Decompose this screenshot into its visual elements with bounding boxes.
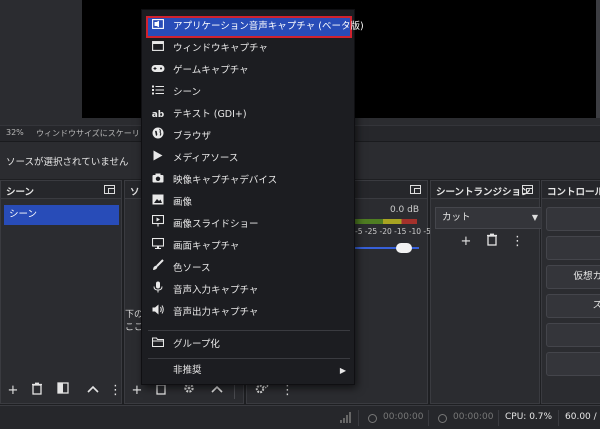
record-status-icon bbox=[438, 414, 447, 423]
menu-item-media-source[interactable]: メディアソース bbox=[146, 148, 352, 170]
settings-button[interactable]: 設 bbox=[546, 323, 600, 347]
transitions-dock-header: シーントランジション bbox=[431, 181, 539, 199]
folder-icon bbox=[151, 334, 165, 356]
menu-separator bbox=[148, 358, 350, 359]
controls-dock-header: コントロール bbox=[542, 181, 600, 199]
start-streaming-button[interactable]: 配信 bbox=[546, 207, 600, 231]
menu-item-color-source[interactable]: 色ソース bbox=[146, 258, 352, 280]
volume-slider-handle[interactable] bbox=[396, 243, 412, 253]
remove-scene-trash-icon[interactable] bbox=[28, 382, 46, 400]
status-bar: 00:00:00 00:00:00 CPU: 0.7% 60.00 / bbox=[0, 405, 600, 429]
menu-item-group[interactable]: グループ化 bbox=[146, 334, 352, 356]
speaker-icon bbox=[151, 302, 165, 324]
menu-item-image[interactable]: 画像 bbox=[146, 192, 352, 214]
record-time: 00:00:00 bbox=[453, 412, 494, 422]
menu-item-text-gdi[interactable]: ab テキスト (GDI+) bbox=[146, 104, 352, 126]
transition-selected-value: カット bbox=[442, 212, 471, 223]
play-icon bbox=[151, 148, 165, 170]
controls-dock-title: コントロール bbox=[547, 187, 600, 198]
monitor-icon bbox=[151, 236, 165, 258]
scene-list-item[interactable]: シーン bbox=[4, 205, 119, 225]
controls-dock: コントロール 配信 録画 仮想カメラ スタジ 設 終 bbox=[541, 180, 600, 404]
chevron-down-icon: ▼ bbox=[531, 213, 538, 222]
stream-status-icon bbox=[368, 414, 377, 423]
globe-icon bbox=[151, 126, 165, 148]
start-recording-button[interactable]: 録画 bbox=[546, 236, 600, 260]
status-separator bbox=[428, 410, 429, 426]
exit-button[interactable]: 終 bbox=[546, 352, 600, 376]
cpu-usage: CPU: 0.7% bbox=[505, 412, 553, 422]
menu-item-audio-input-capture[interactable]: 音声入力キャプチャ bbox=[146, 280, 352, 302]
menu-item-video-capture-device[interactable]: 映像キャプチャデバイス bbox=[146, 170, 352, 192]
transition-menu-dots-icon[interactable]: ⋮ bbox=[511, 233, 524, 251]
gamepad-icon bbox=[151, 60, 165, 82]
fps-readout: 60.00 / bbox=[565, 412, 597, 422]
preview-scroll-strip bbox=[596, 0, 600, 118]
menu-item-game-capture[interactable]: ゲームキャプチャ bbox=[146, 60, 352, 82]
scene-transitions-dock: シーントランジション カット ▼ + ⋮ bbox=[430, 180, 543, 404]
meter-tick-labels: -5 -25 -20 -15 -10 -5 0 bbox=[355, 227, 439, 236]
menu-item-window-capture[interactable]: ウィンドウキャプチャ bbox=[146, 38, 352, 60]
no-source-selected-text: ソースが選択されていません bbox=[6, 157, 129, 168]
move-scene-up-chevron-icon[interactable] bbox=[84, 382, 102, 400]
remove-transition-trash-icon[interactable] bbox=[483, 233, 501, 251]
text-icon: ab bbox=[151, 110, 165, 120]
app-audio-icon bbox=[151, 16, 165, 38]
toolbar-separator bbox=[234, 383, 235, 399]
studio-mode-button[interactable]: スタジ bbox=[546, 294, 600, 318]
menu-item-browser[interactable]: ブラウザ bbox=[146, 126, 352, 148]
undock-icon[interactable] bbox=[104, 185, 115, 194]
status-separator bbox=[558, 410, 559, 426]
slideshow-icon bbox=[151, 214, 165, 236]
menu-item-audio-output-capture[interactable]: 音声出力キャプチャ bbox=[146, 302, 352, 324]
scenes-dock-title: シーン bbox=[6, 187, 35, 198]
brush-icon bbox=[151, 258, 165, 280]
scenes-dock-header: シーン bbox=[1, 181, 121, 199]
virtual-camera-button[interactable]: 仮想カメラ bbox=[546, 265, 600, 289]
sources-dock-title: ソ bbox=[130, 187, 140, 198]
add-scene-plus-icon[interactable]: + bbox=[4, 382, 22, 400]
menu-item-deprecated[interactable]: 非推奨 ▶ bbox=[146, 360, 352, 382]
status-separator bbox=[498, 410, 499, 426]
audio-level-meter bbox=[355, 219, 417, 224]
scenes-dock: シーン シーン + ⋮ bbox=[0, 180, 122, 404]
submenu-arrow-icon: ▶ bbox=[339, 366, 346, 375]
transitions-dock-title: シーントランジション bbox=[436, 187, 531, 198]
scene-menu-dots-icon[interactable]: ⋮ bbox=[109, 382, 122, 400]
scene-filters-icon[interactable] bbox=[54, 382, 72, 400]
microphone-icon bbox=[151, 280, 165, 302]
zoom-level[interactable]: 32% bbox=[6, 128, 24, 137]
image-icon bbox=[151, 192, 165, 214]
network-signal-icon bbox=[340, 412, 352, 423]
menu-item-application-audio-capture[interactable]: アプリケーション音声キャプチャ (ベータ版) bbox=[146, 16, 364, 38]
status-separator bbox=[358, 410, 359, 426]
scenes-toolbar: + ⋮ bbox=[1, 379, 122, 403]
audio-meter-area: -5 -25 -20 -15 -10 -5 0 bbox=[355, 199, 438, 259]
menu-item-display-capture[interactable]: 画面キャプチャ bbox=[146, 236, 352, 258]
window-icon bbox=[151, 38, 165, 60]
undock-icon[interactable] bbox=[522, 185, 533, 194]
transition-select[interactable]: カット ▼ bbox=[435, 207, 543, 229]
menu-item-scene[interactable]: シーン bbox=[146, 82, 352, 104]
add-transition-plus-icon[interactable]: + bbox=[457, 233, 475, 251]
menu-item-image-slideshow[interactable]: 画像スライドショー bbox=[146, 214, 352, 236]
stream-time: 00:00:00 bbox=[383, 412, 424, 422]
add-source-context-menu: アプリケーション音声キャプチャ (ベータ版) ウィンドウキャプチャ ゲームキャプ… bbox=[141, 9, 364, 385]
list-icon bbox=[151, 82, 165, 104]
menu-separator bbox=[148, 330, 350, 331]
camera-icon bbox=[151, 170, 165, 192]
undock-icon[interactable] bbox=[410, 185, 421, 194]
